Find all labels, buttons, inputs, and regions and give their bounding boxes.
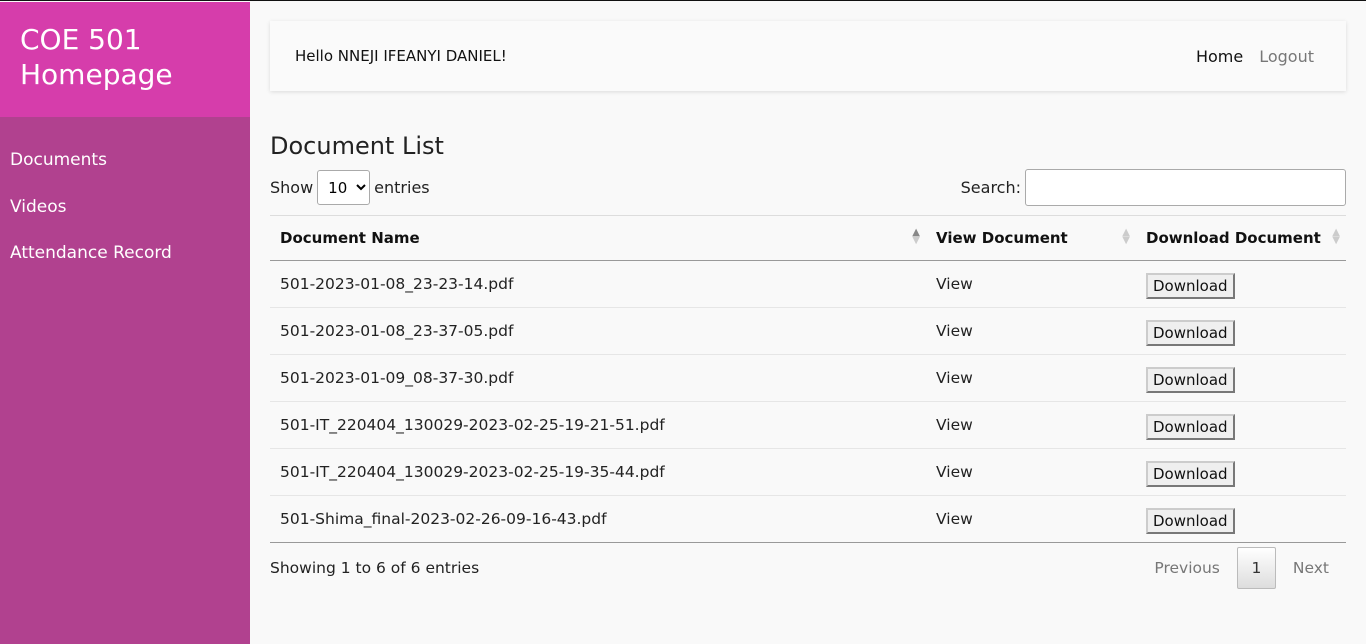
page-length-control: Show 10 entries — [270, 170, 430, 205]
table-row: 501-2023-01-08_23-37-05.pdf View Downloa… — [270, 307, 1346, 355]
sort-icon: ▲ ▼ — [1332, 227, 1340, 246]
download-button[interactable]: Download — [1146, 508, 1235, 534]
document-name: 501-IT_220404_130029-2023-02-25-19-21-51… — [270, 401, 926, 449]
view-link[interactable]: View — [936, 369, 973, 387]
search-control: Search: — [961, 169, 1346, 206]
table-row: 501-IT_220404_130029-2023-02-25-19-21-51… — [270, 401, 1346, 449]
page-1-button[interactable]: 1 — [1236, 547, 1276, 589]
entries-label: entries — [374, 178, 430, 197]
column-header-label: Document Name — [280, 229, 420, 247]
site-title-line2: Homepage — [20, 58, 173, 91]
column-header-label: Download Document — [1146, 229, 1321, 247]
table-row: 501-Shima_final-2023-02-26-09-16-43.pdf … — [270, 495, 1346, 543]
view-link[interactable]: View — [936, 275, 973, 293]
show-label: Show — [270, 178, 314, 197]
site-title: COE 501 Homepage — [20, 22, 230, 92]
sidebar-item-documents[interactable]: Documents — [0, 149, 250, 196]
top-navbar: Hello NNEJI IFEANYI DANIEL! Home Logout — [270, 21, 1346, 91]
view-link[interactable]: View — [936, 322, 973, 340]
document-name: 501-2023-01-08_23-37-05.pdf — [270, 307, 926, 355]
page-length-select[interactable]: 10 — [317, 170, 371, 205]
table-row: 501-2023-01-08_23-23-14.pdf View Downloa… — [270, 261, 1346, 308]
home-link[interactable]: Home — [1196, 47, 1243, 66]
search-label: Search: — [960, 178, 1021, 197]
column-header-label: View Document — [936, 229, 1068, 247]
table-row: 501-2023-01-09_08-37-30.pdf View Downloa… — [270, 354, 1346, 402]
sidebar-item-attendance-record[interactable]: Attendance Record — [0, 242, 250, 289]
pagination: Previous 1 Next — [1137, 547, 1346, 589]
user-greeting: Hello NNEJI IFEANYI DANIEL! — [295, 47, 507, 65]
column-header-view-document[interactable]: View Document ▲ ▼ — [926, 215, 1136, 261]
view-link[interactable]: View — [936, 463, 973, 481]
column-header-document-name[interactable]: Document Name ▲ ▼ — [270, 215, 926, 261]
download-button[interactable]: Download — [1146, 461, 1235, 487]
site-title-line1: COE 501 — [20, 23, 142, 56]
table-footer: Showing 1 to 6 of 6 entries Previous 1 N… — [270, 547, 1346, 589]
sidebar: COE 501 Homepage Documents Videos Attend… — [0, 2, 250, 644]
document-name: 501-2023-01-09_08-37-30.pdf — [270, 354, 926, 402]
sort-asc-icon: ▲ ▼ — [912, 227, 920, 246]
top-nav-links: Home Logout — [1196, 47, 1314, 66]
sidebar-item-videos[interactable]: Videos — [0, 196, 250, 243]
document-name: 501-2023-01-08_23-23-14.pdf — [280, 275, 514, 293]
logout-link[interactable]: Logout — [1259, 47, 1314, 66]
main-content: Hello NNEJI IFEANYI DANIEL! Home Logout … — [270, 1, 1346, 589]
sidebar-header: COE 501 Homepage — [0, 2, 250, 117]
document-table: Document Name ▲ ▼ View Document ▲ ▼ Downlo… — [270, 215, 1346, 543]
page-title: Document List — [270, 132, 444, 160]
view-link[interactable]: View — [936, 510, 973, 528]
download-button[interactable]: Download — [1146, 273, 1235, 299]
sidebar-nav: Documents Videos Attendance Record — [0, 117, 250, 289]
document-name: 501-IT_220404_130029-2023-02-25-19-35-44… — [270, 448, 926, 496]
previous-page-button[interactable]: Previous — [1137, 559, 1237, 577]
next-page-button[interactable]: Next — [1276, 559, 1346, 577]
download-button[interactable]: Download — [1146, 320, 1235, 346]
sort-icon: ▲ ▼ — [1122, 227, 1130, 246]
table-info: Showing 1 to 6 of 6 entries — [270, 559, 480, 577]
search-input[interactable] — [1025, 169, 1346, 206]
download-button[interactable]: Download — [1146, 367, 1235, 393]
view-link[interactable]: View — [936, 416, 973, 434]
column-header-download-document[interactable]: Download Document ▲ ▼ — [1136, 215, 1346, 261]
document-name: 501-Shima_final-2023-02-26-09-16-43.pdf — [270, 495, 926, 543]
table-header-row: Document Name ▲ ▼ View Document ▲ ▼ Downlo… — [270, 215, 1346, 261]
table-row: 501-IT_220404_130029-2023-02-25-19-35-44… — [270, 448, 1346, 496]
download-button[interactable]: Download — [1146, 414, 1235, 440]
table-controls: Show 10 entries Search: — [270, 169, 1346, 206]
